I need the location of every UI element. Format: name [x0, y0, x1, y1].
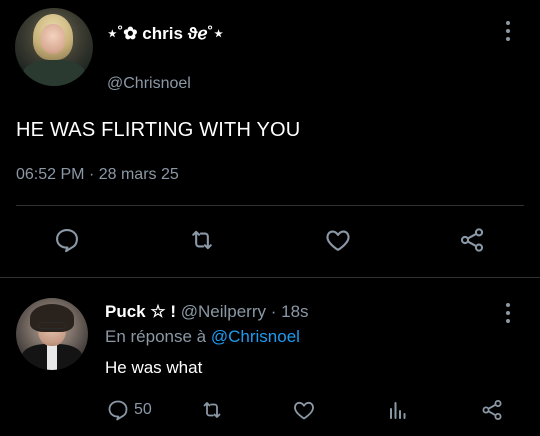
- tweet-timestamp[interactable]: 06:52 PM · 28 mars 25: [16, 166, 179, 184]
- replying-to: En réponse à @Chrisnoel: [105, 327, 300, 347]
- reply-age: 18s: [281, 302, 309, 321]
- like-icon: [326, 230, 350, 251]
- avatar-chrisnoel[interactable]: [15, 8, 93, 86]
- avatar-glasses: [38, 322, 66, 329]
- share-icon: [482, 400, 502, 420]
- reply-icon: [56, 229, 78, 253]
- share-button[interactable]: [457, 225, 487, 255]
- reply-header: Puck ☆ ! @Neilperry · 18s: [105, 302, 309, 322]
- tweet-date: 28 mars 25: [98, 166, 179, 183]
- more-dot: [506, 311, 510, 315]
- main-handle[interactable]: @Chrisnoel: [107, 75, 191, 93]
- reply-retweet-button[interactable]: [200, 397, 224, 423]
- main-display-name[interactable]: ⋆˚✿ chris ϑℯ˚⋆: [107, 24, 224, 44]
- reply-more-options-icon[interactable]: [498, 300, 518, 326]
- more-dot: [506, 37, 510, 41]
- more-dot: [506, 303, 510, 307]
- avatar-face: [41, 24, 65, 54]
- reply-share-button[interactable]: [480, 397, 504, 423]
- reply-like-button[interactable]: [292, 397, 316, 423]
- more-dot: [506, 21, 510, 25]
- main-tweet-text: HE WAS FLIRTING WITH YOU: [16, 119, 301, 141]
- like-button[interactable]: [323, 225, 353, 255]
- retweet-button[interactable]: [187, 225, 217, 255]
- reply-analytics-button[interactable]: [386, 397, 410, 423]
- more-dot: [506, 319, 510, 323]
- avatar-shirt: [47, 344, 57, 370]
- reply-icon: [108, 400, 128, 421]
- retweet-icon: [192, 230, 212, 250]
- tweet-divider: [0, 277, 540, 278]
- meta-divider: [16, 205, 524, 206]
- replying-to-handle-link[interactable]: @Chrisnoel: [211, 327, 300, 346]
- analytics-icon: [390, 402, 406, 419]
- reply-count: 50: [134, 401, 152, 418]
- reply-handle[interactable]: @Neilperry: [181, 302, 266, 321]
- more-options-icon[interactable]: [498, 18, 518, 44]
- retweet-icon: [203, 402, 221, 418]
- replying-to-prefix: En réponse à: [105, 327, 207, 346]
- avatar-body: [23, 60, 85, 86]
- like-icon: [294, 401, 314, 420]
- share-icon: [460, 228, 484, 252]
- reply-separator: ·: [270, 302, 277, 321]
- reply-reply-button[interactable]: 50: [106, 397, 152, 423]
- meta-separator: ·: [88, 166, 95, 183]
- reply-display-name[interactable]: Puck ☆ !: [105, 302, 176, 321]
- tweet-time: 06:52 PM: [16, 166, 85, 183]
- avatar-neilperry[interactable]: [16, 298, 88, 370]
- more-dot: [506, 29, 510, 33]
- reply-button[interactable]: [52, 225, 82, 255]
- reply-tweet-text: He was what: [105, 358, 203, 377]
